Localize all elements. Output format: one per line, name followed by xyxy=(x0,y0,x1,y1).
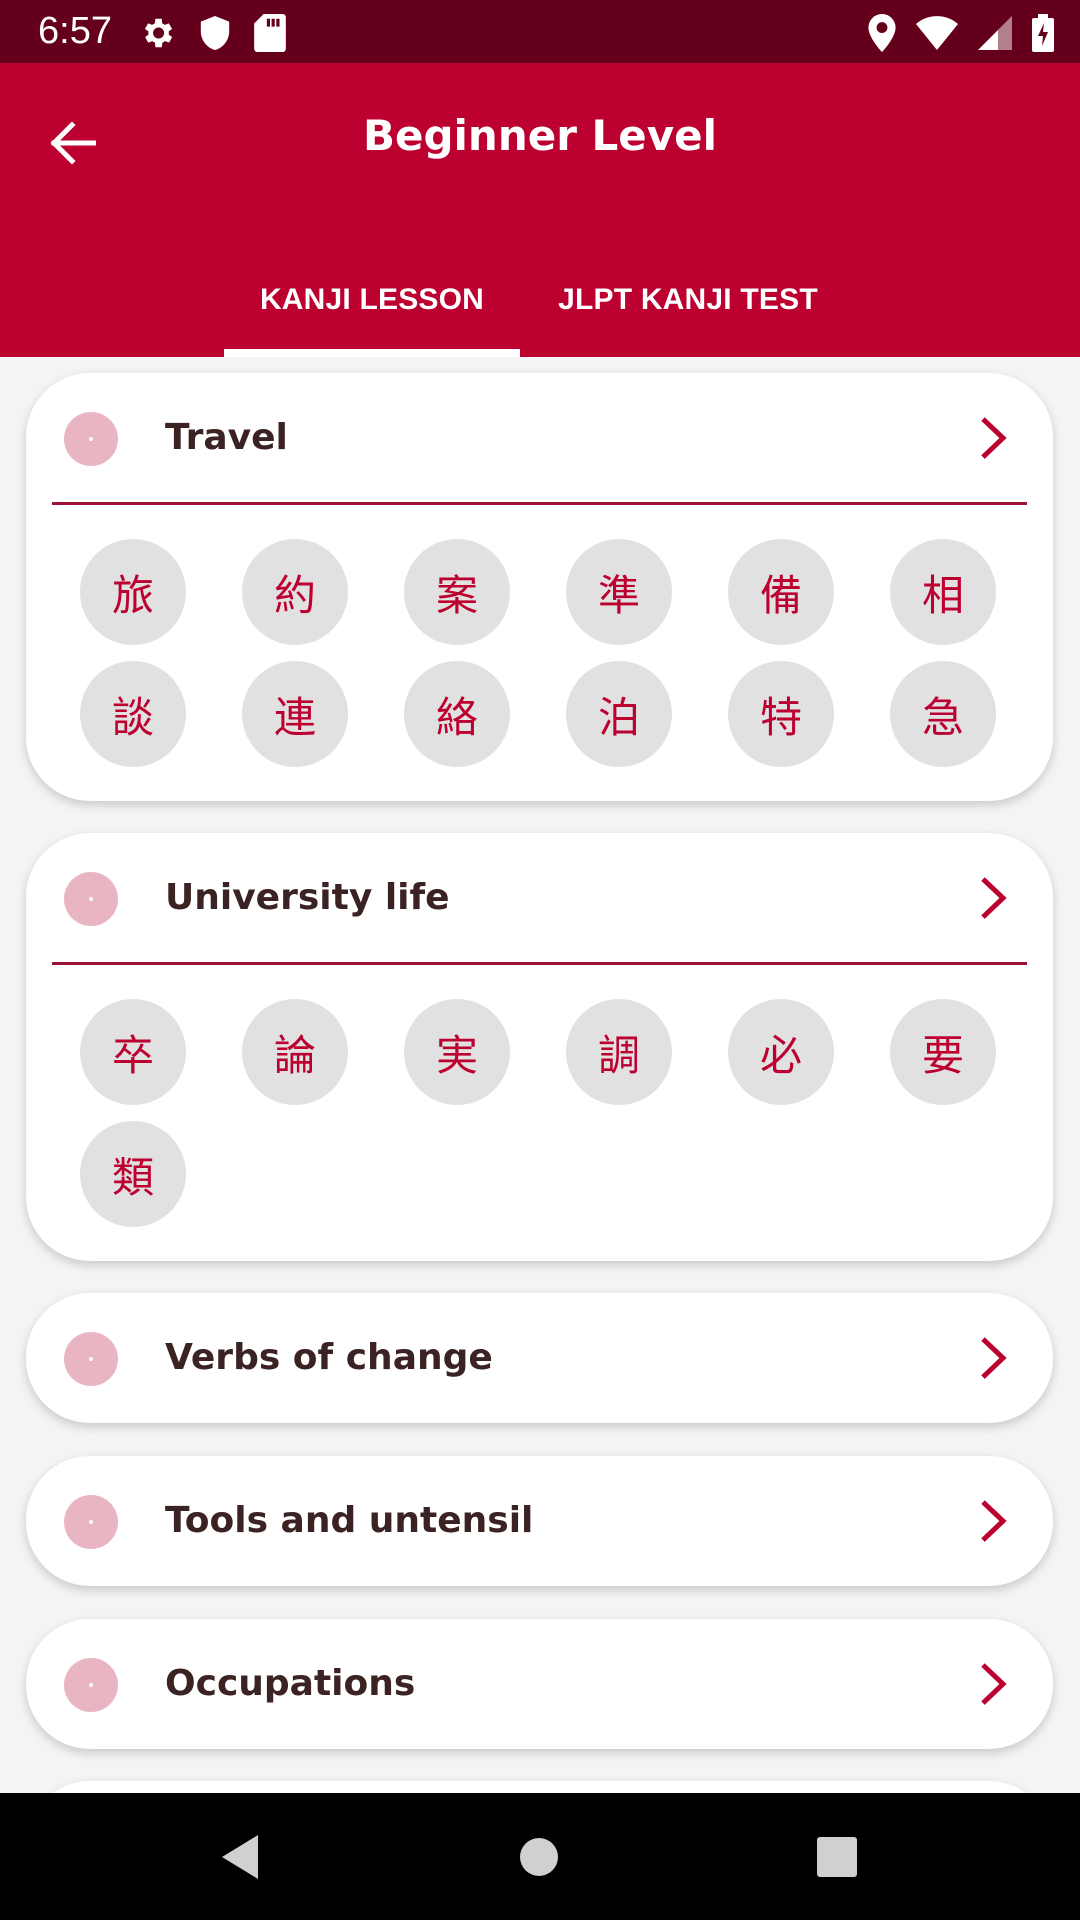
chevron-right-icon xyxy=(981,1500,1007,1542)
sd-card-icon xyxy=(254,14,286,52)
kanji-chip[interactable]: 連 xyxy=(242,661,348,767)
kanji-chip[interactable]: 調 xyxy=(566,999,672,1105)
page-title: Beginner Level xyxy=(362,111,718,160)
status-bar: 6:57 xyxy=(0,0,1080,63)
lesson-header-verbs-of-change[interactable]: Verbs of change xyxy=(26,1293,1053,1423)
chevron-right-icon xyxy=(981,1337,1007,1379)
kanji-chip[interactable]: 約 xyxy=(242,539,348,645)
chevron-right-icon xyxy=(981,417,1007,459)
lesson-title: University life xyxy=(165,877,450,918)
kanji-chip[interactable]: 特 xyxy=(728,661,834,767)
lesson-card-occupations[interactable]: Occupations xyxy=(26,1619,1053,1749)
kanji-chip[interactable]: 絡 xyxy=(404,661,510,767)
kanji-chip[interactable]: 必 xyxy=(728,999,834,1105)
lesson-title: Occupations xyxy=(165,1663,416,1704)
kanji-chip[interactable]: 卒 xyxy=(80,999,186,1105)
nav-home-icon[interactable] xyxy=(509,1827,569,1887)
lesson-list: Travel 旅 約 案 準 備 相 談 連 絡 泊 特 急 Universit… xyxy=(0,357,1080,1793)
kanji-chip[interactable]: 備 xyxy=(728,539,834,645)
kanji-chip[interactable]: 案 xyxy=(404,539,510,645)
battery-icon xyxy=(1032,14,1054,52)
lesson-header-university-life[interactable]: University life xyxy=(26,833,1053,963)
shield-icon xyxy=(200,16,230,50)
nav-recent-apps-icon[interactable] xyxy=(807,1827,867,1887)
lesson-header-travel[interactable]: Travel xyxy=(26,373,1053,503)
chevron-right-icon xyxy=(981,1663,1007,1705)
tab-bar: KANJI LESSON JLPT KANJI TEST xyxy=(224,253,856,357)
location-icon xyxy=(868,14,896,52)
lesson-card-university-life: University life 卒 論 実 調 必 要 類 xyxy=(26,833,1053,1261)
kanji-grid: 旅 約 案 準 備 相 談 連 絡 泊 特 急 xyxy=(80,539,996,767)
kanji-chip[interactable]: 類 xyxy=(80,1121,186,1227)
lesson-title: Travel xyxy=(165,417,288,458)
nav-back-icon[interactable] xyxy=(214,1827,274,1887)
kanji-chip[interactable]: 実 xyxy=(404,999,510,1105)
kanji-chip[interactable]: 要 xyxy=(890,999,996,1105)
kanji-chip[interactable]: 準 xyxy=(566,539,672,645)
kanji-chip[interactable]: 論 xyxy=(242,999,348,1105)
signal-icon xyxy=(978,16,1012,50)
kanji-chip[interactable]: 相 xyxy=(890,539,996,645)
lesson-card-partial[interactable] xyxy=(26,1781,1053,1793)
lesson-header-occupations[interactable]: Occupations xyxy=(26,1619,1053,1749)
lesson-card-travel: Travel 旅 約 案 準 備 相 談 連 絡 泊 特 急 xyxy=(26,373,1053,801)
kanji-chip[interactable]: 談 xyxy=(80,661,186,767)
navigation-bar xyxy=(0,1793,1080,1920)
status-dot xyxy=(64,412,118,466)
status-dot xyxy=(64,1658,118,1712)
kanji-chip[interactable]: 旅 xyxy=(80,539,186,645)
divider xyxy=(52,962,1027,965)
lesson-card-verbs-of-change[interactable]: Verbs of change xyxy=(26,1293,1053,1423)
divider xyxy=(52,502,1027,505)
lesson-title: Verbs of change xyxy=(165,1337,493,1378)
status-time: 6:57 xyxy=(38,10,112,52)
status-dot xyxy=(64,1495,118,1549)
status-dot xyxy=(64,1332,118,1386)
kanji-chip[interactable]: 急 xyxy=(890,661,996,767)
tab-kanji-lesson[interactable]: KANJI LESSON xyxy=(224,253,520,357)
tab-jlpt-kanji-test[interactable]: JLPT KANJI TEST xyxy=(520,253,856,357)
kanji-grid: 卒 論 実 調 必 要 類 xyxy=(80,999,996,1227)
status-dot xyxy=(64,872,118,926)
settings-icon xyxy=(144,18,173,48)
lesson-header-tools-and-untensil[interactable]: Tools and untensil xyxy=(26,1456,1053,1586)
lesson-card-tools-and-untensil[interactable]: Tools and untensil xyxy=(26,1456,1053,1586)
lesson-title: Tools and untensil xyxy=(165,1500,534,1541)
kanji-chip[interactable]: 泊 xyxy=(566,661,672,767)
wifi-icon xyxy=(916,16,958,50)
app-bar: Beginner Level KANJI LESSON JLPT KANJI T… xyxy=(0,63,1080,357)
chevron-right-icon xyxy=(981,877,1007,919)
